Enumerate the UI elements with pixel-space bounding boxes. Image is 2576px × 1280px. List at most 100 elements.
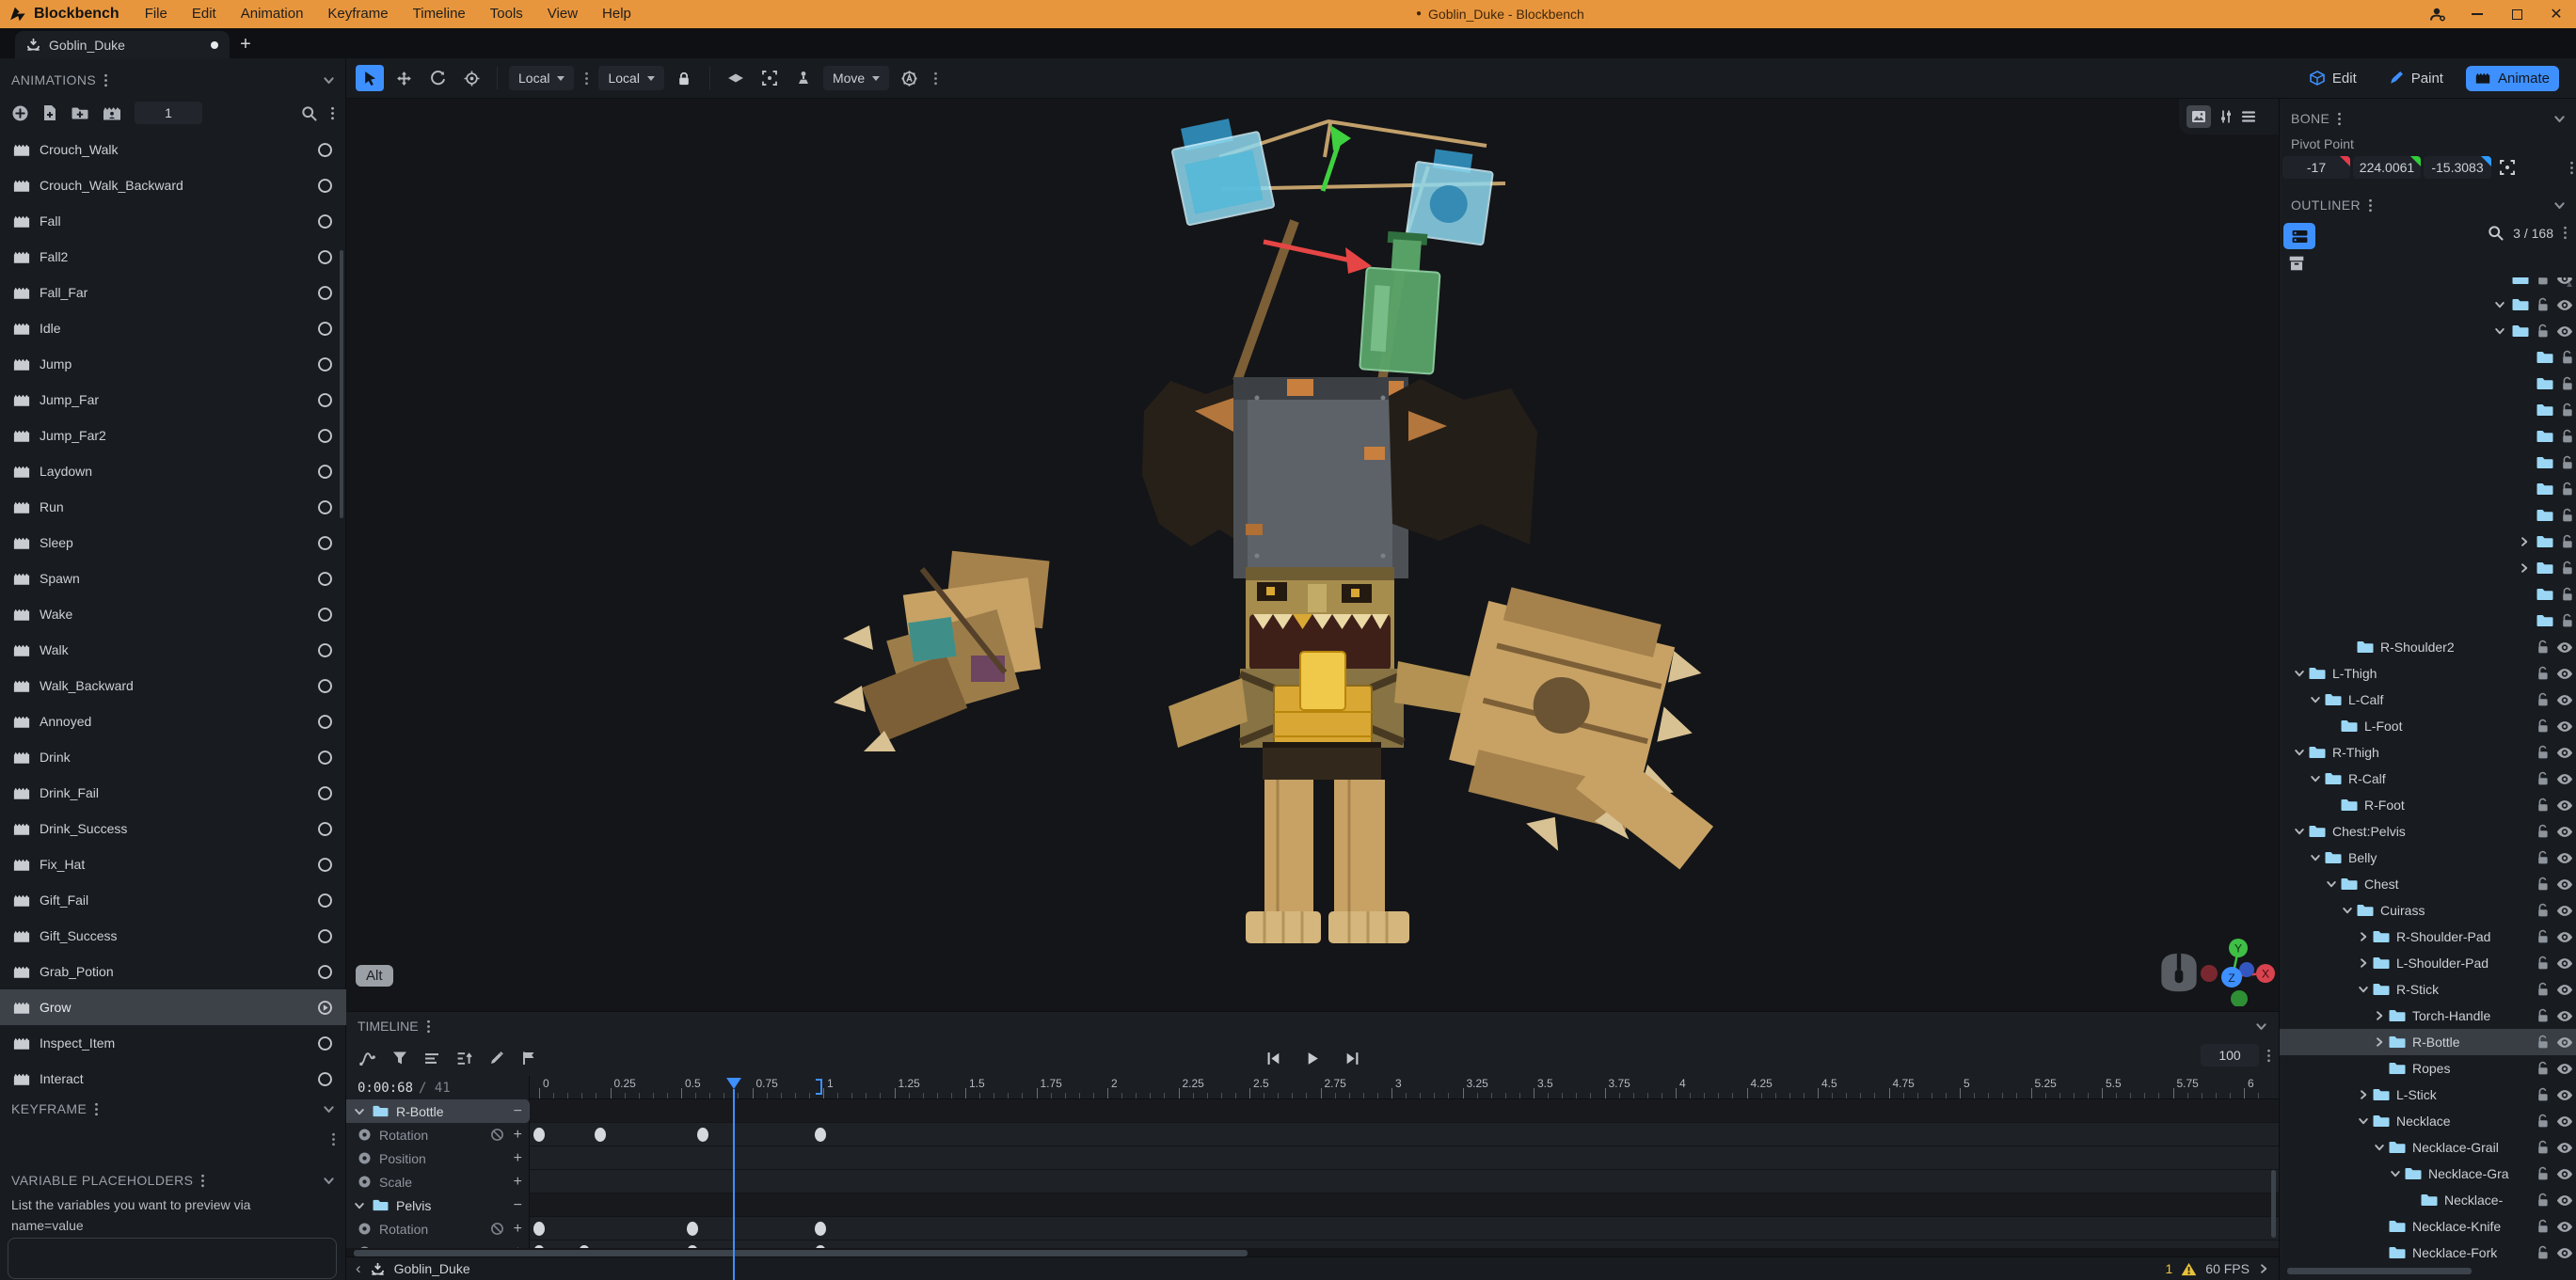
play-toggle-icon[interactable] [317, 1035, 333, 1051]
outliner-item-l-thigh[interactable]: L-Thigh [2280, 660, 2576, 687]
minimize-button[interactable] [2457, 0, 2497, 28]
pivot-overflow-icon[interactable] [2569, 161, 2574, 175]
pivot-x-input[interactable]: -17 [2282, 156, 2350, 179]
animation-item-fall2[interactable]: Fall2 [0, 239, 346, 275]
animation-item-run[interactable]: Run [0, 489, 346, 525]
lock-open-icon[interactable] [2560, 587, 2575, 602]
animation-item-fall[interactable]: Fall [0, 203, 346, 239]
animation-item-jump[interactable]: Jump [0, 346, 346, 382]
menu-animation[interactable]: Animation [229, 0, 316, 28]
keyframe-dot[interactable] [687, 1222, 698, 1236]
outliner-item-necklace-grail[interactable]: Necklace-Grail [2280, 1134, 2576, 1161]
outliner-item[interactable] [2280, 476, 2576, 502]
auto-keyframe-button[interactable] [895, 65, 923, 91]
search-icon[interactable] [2488, 225, 2504, 241]
animation-item-fall_far[interactable]: Fall_Far [0, 275, 346, 310]
channel-visibility-icon[interactable] [358, 1222, 372, 1236]
remove-group-button[interactable]: − [514, 1103, 522, 1120]
play-toggle-icon[interactable] [317, 821, 333, 837]
animation-item-crouch_walk[interactable]: Crouch_Walk [0, 132, 346, 167]
eye-icon[interactable] [2556, 694, 2573, 706]
outliner-item-r-foot[interactable]: R-Foot [2280, 792, 2576, 818]
animation-item-fix_hat[interactable]: Fix_Hat [0, 846, 346, 882]
menu-file[interactable]: File [133, 0, 180, 28]
outliner-item-chest[interactable]: Chest [2280, 871, 2576, 897]
lock-open-icon[interactable] [2536, 719, 2551, 734]
animation-item-inspect_item[interactable]: Inspect_Item [0, 1025, 346, 1061]
eye-icon[interactable] [2556, 1036, 2573, 1049]
snap-mode-dropdown[interactable]: Move [823, 66, 889, 90]
playback-speed-input[interactable] [2201, 1044, 2259, 1067]
animation-end-marker[interactable] [816, 1079, 822, 1095]
rotation-space-dropdown[interactable]: Local [598, 66, 663, 90]
animation-item-spawn[interactable]: Spawn [0, 561, 346, 596]
chevron-right-icon[interactable] [2519, 562, 2530, 574]
eye-icon[interactable] [2556, 852, 2573, 864]
keyframe-dot[interactable] [815, 1222, 826, 1236]
ground-plane-button[interactable] [722, 65, 750, 91]
play-toggle-icon[interactable] [317, 714, 333, 730]
lock-open-icon[interactable] [2560, 350, 2575, 365]
animation-controller-button[interactable] [103, 105, 121, 121]
outliner-item[interactable] [2280, 608, 2576, 634]
eye-icon[interactable] [2556, 325, 2573, 338]
chevron-down[interactable] [2291, 826, 2308, 837]
lock-open-icon[interactable] [2560, 403, 2575, 418]
mode-tab-edit[interactable]: Edit [2300, 66, 2366, 91]
panel-menu-icon[interactable] [2337, 112, 2342, 126]
pencil-icon[interactable] [489, 1051, 504, 1066]
panel-menu-icon[interactable] [103, 73, 108, 87]
timeline-group-pelvis[interactable]: Pelvis− [346, 1193, 530, 1217]
lock-open-icon[interactable] [2560, 508, 2575, 523]
eye-icon[interactable] [2556, 1115, 2573, 1128]
chevron-down[interactable] [2323, 878, 2340, 890]
outliner-overflow-icon[interactable] [2563, 226, 2568, 240]
add-keyframe-button[interactable]: + [514, 1221, 522, 1238]
keyframe-dot[interactable] [815, 1128, 826, 1142]
animation-item-drink_fail[interactable]: Drink_Fail [0, 775, 346, 811]
outliner-item[interactable] [2280, 292, 2576, 318]
outliner-item-necklace[interactable]: Necklace [2280, 1108, 2576, 1134]
lock-open-icon[interactable] [2536, 903, 2551, 918]
keyframe-dot[interactable] [697, 1128, 708, 1142]
play-toggle-icon[interactable] [317, 178, 333, 194]
play-toggle-icon[interactable] [317, 213, 333, 229]
chevron-down-icon[interactable] [2494, 325, 2505, 337]
outliner-item-r-bottle[interactable]: R-Bottle [2280, 1029, 2576, 1055]
animations-scrollbar[interactable] [340, 250, 343, 518]
lock-open-icon[interactable] [2560, 613, 2575, 628]
eye-icon[interactable] [2556, 1089, 2573, 1101]
chevron-down[interactable] [2307, 773, 2324, 784]
play-toggle-icon[interactable] [317, 642, 333, 658]
select-tool-button[interactable] [356, 65, 384, 91]
timeline-lane-group[interactable] [530, 1193, 2279, 1217]
lock-open-icon[interactable] [2536, 324, 2551, 339]
timeline-overflow-icon[interactable] [2266, 1049, 2271, 1063]
keyframe-overflow-icon[interactable] [331, 1132, 336, 1146]
outliner-item[interactable] [2280, 371, 2576, 397]
new-folder-button[interactable] [71, 105, 89, 121]
timeline-channel-rotation[interactable]: Rotation+ [346, 1217, 530, 1240]
chevron-down-icon[interactable] [2255, 1020, 2267, 1033]
outliner-item[interactable] [2280, 502, 2576, 529]
playhead-line[interactable] [733, 1089, 735, 1280]
menu-timeline[interactable]: Timeline [401, 0, 478, 28]
outliner-item-r-shoulder2[interactable]: R-Shoulder2 [2280, 634, 2576, 660]
panel-menu-icon[interactable] [2368, 198, 2373, 213]
timeline-channel-position[interactable]: Position+ [346, 1146, 530, 1170]
pivot-focus-button[interactable] [2494, 156, 2520, 179]
sort-channels-icon[interactable] [456, 1051, 472, 1067]
lock-open-icon[interactable] [2536, 1166, 2551, 1181]
lock-open-icon[interactable] [2536, 640, 2551, 655]
project-tab[interactable]: Goblin_Duke [15, 31, 230, 58]
warning-count[interactable]: 1 [2166, 1261, 2173, 1276]
lock-open-icon[interactable] [2536, 798, 2551, 813]
keyframe-dot[interactable] [533, 1128, 545, 1142]
outliner-item-cuirass[interactable]: Cuirass [2280, 897, 2576, 924]
move-tool-button[interactable] [390, 65, 418, 91]
channel-visibility-icon[interactable] [358, 1175, 372, 1189]
add-keyframe-button[interactable]: + [514, 1150, 522, 1167]
timeline-group-r-bottle[interactable]: R-Bottle− [346, 1099, 530, 1123]
eye-icon[interactable] [2556, 905, 2573, 917]
variable-placeholders-input[interactable] [8, 1238, 337, 1279]
